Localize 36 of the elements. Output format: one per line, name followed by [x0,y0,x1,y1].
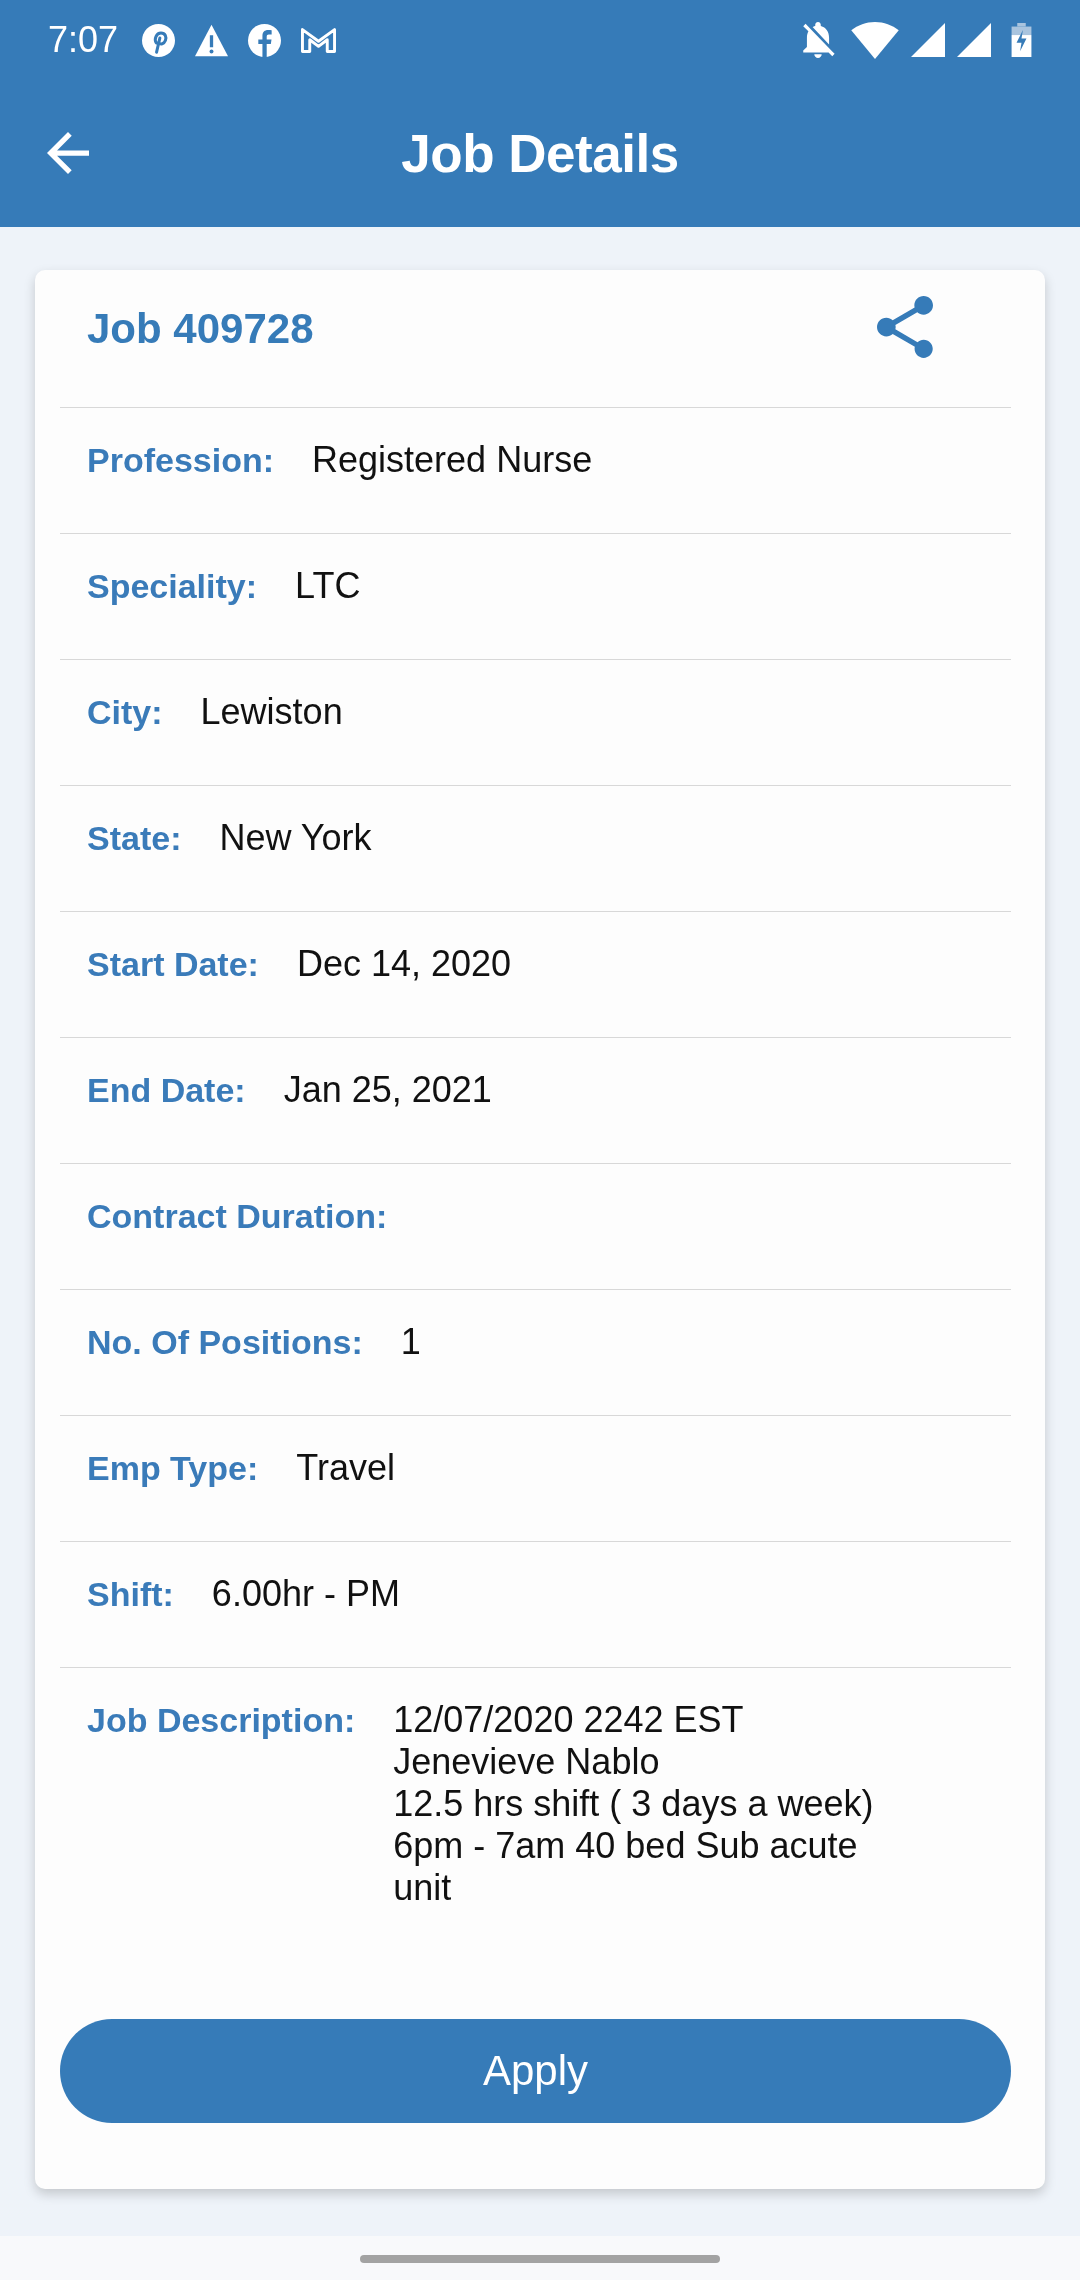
warning-icon [195,23,229,57]
pin-logo-icon [142,23,176,57]
app-bar-title: Job Details [401,123,679,184]
field-value: New York [219,817,372,859]
field-value: 1 [400,1321,421,1363]
field-label: Start Date: [87,944,259,985]
signal-icon [957,23,991,57]
status-time: 7:07 [48,20,119,60]
field-label: No. Of Positions: [87,1322,363,1363]
job-title: Job 409728 [87,303,314,354]
share-icon[interactable] [877,296,933,361]
field-label: Shift: [87,1574,174,1615]
field-label: Emp Type: [87,1448,259,1489]
bell-off-icon [801,22,835,58]
field-label: End Date: [87,1070,246,1111]
back-arrow-icon[interactable] [47,132,89,174]
field-value: Lewiston [200,691,343,733]
field-label: City: [87,692,163,733]
apply-button[interactable]: Apply [60,2019,1011,2123]
mail-icon [301,26,337,54]
field-value: Dec 14, 2020 [296,943,512,985]
field-label: Speciality: [87,566,258,607]
round-logo-icon [248,23,282,57]
wifi-icon [851,21,899,59]
field-label: Contract Duration: [87,1196,388,1237]
signal-icon [911,23,945,57]
battery-icon [1011,23,1032,57]
field-value: 6.00hr - PM [211,1573,400,1615]
field-value: Registered Nurse [312,439,593,481]
field-label: State: [87,818,182,859]
field-value: LTC [295,565,361,607]
field-label: Job Description: [87,1700,356,1741]
field-label: Profession: [87,440,275,481]
field-value: Travel [296,1447,395,1489]
field-value: 12/07/2020 2242 EST Jenevieve Nablo 12.5 hrs shift ( 3 days a week) 6pm - 7am 40 bed Sub acute unit [393,1699,875,1909]
field-value: Jan 25, 2021 [283,1069,492,1111]
